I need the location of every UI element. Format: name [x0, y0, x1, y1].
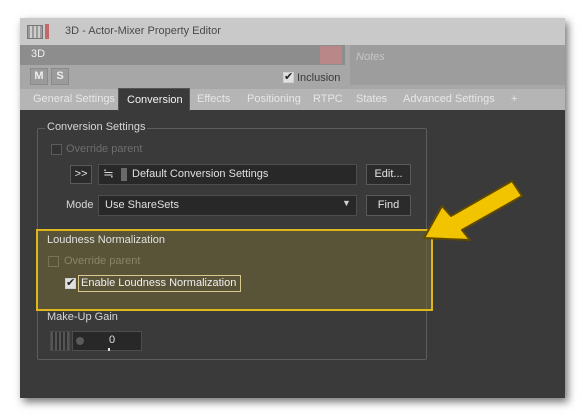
rtpc-link-icon[interactable]: [50, 331, 70, 351]
slider-indicator: [108, 348, 110, 351]
conversion-settings-title: Conversion Settings: [45, 121, 148, 133]
loudness-override-parent-checkbox[interactable]: [48, 256, 59, 267]
mute-button[interactable]: M: [30, 68, 48, 85]
inclusion-label: Inclusion: [297, 72, 341, 84]
title-bar: 3D - Actor-Mixer Property Editor: [20, 18, 565, 45]
enable-loudness-label: Enable Loudness Normalization: [81, 277, 237, 289]
object-name: 3D: [31, 48, 46, 60]
tab-advanced-settings[interactable]: Advanced Settings: [403, 93, 495, 105]
slider-knob-icon: [76, 337, 84, 345]
mode-label: Mode: [66, 199, 94, 211]
conversion-override-parent-checkbox[interactable]: [51, 144, 62, 155]
tab-general-settings[interactable]: General Settings: [33, 93, 115, 105]
mode-value: Use ShareSets: [105, 199, 179, 211]
find-button[interactable]: Find: [366, 195, 411, 216]
color-swatch-button[interactable]: [320, 46, 342, 64]
loudness-override-parent-label: Override parent: [64, 255, 141, 267]
chevron-down-icon: ▼: [342, 198, 351, 208]
shareset-field[interactable]: ≒ Default Conversion Settings: [98, 164, 357, 185]
tab-positioning[interactable]: Positioning: [247, 93, 301, 105]
tab-conversion[interactable]: Conversion: [118, 88, 190, 111]
tab-states[interactable]: States: [356, 93, 387, 105]
mode-select[interactable]: Use ShareSets ▼: [98, 195, 357, 216]
object-name-field[interactable]: 3D: [20, 45, 345, 65]
color-indicator: [45, 24, 49, 39]
tab-effects[interactable]: Effects: [197, 93, 230, 105]
notes-field[interactable]: Notes: [350, 45, 565, 85]
tab-conversion-label: Conversion: [127, 94, 183, 106]
loudness-group-title: Loudness Normalization: [47, 234, 166, 246]
tab-rtpc[interactable]: RTPC: [313, 93, 343, 105]
shareset-color-bar: [121, 168, 127, 181]
yellow-arrow-icon: [423, 180, 523, 241]
property-editor-icon: [27, 25, 43, 39]
notes-placeholder: Notes: [356, 51, 385, 63]
enable-loudness-checkbox[interactable]: [65, 276, 76, 289]
makeup-gain-slider[interactable]: 0: [72, 331, 142, 351]
edit-button[interactable]: Edit...: [366, 164, 411, 185]
conversion-override-parent-label: Override parent: [66, 143, 143, 155]
makeup-gain-value: 0: [109, 334, 116, 346]
shareset-icon: ≒: [103, 166, 114, 181]
makeup-gain-label: Make-Up Gain: [47, 311, 118, 323]
inclusion-checkbox[interactable]: [283, 70, 294, 83]
shareset-name: Default Conversion Settings: [132, 168, 269, 180]
tab-add[interactable]: +: [511, 93, 517, 105]
window-title: 3D - Actor-Mixer Property Editor: [65, 25, 221, 37]
shareset-browse-button[interactable]: >>: [70, 165, 92, 184]
solo-button[interactable]: S: [51, 68, 69, 85]
